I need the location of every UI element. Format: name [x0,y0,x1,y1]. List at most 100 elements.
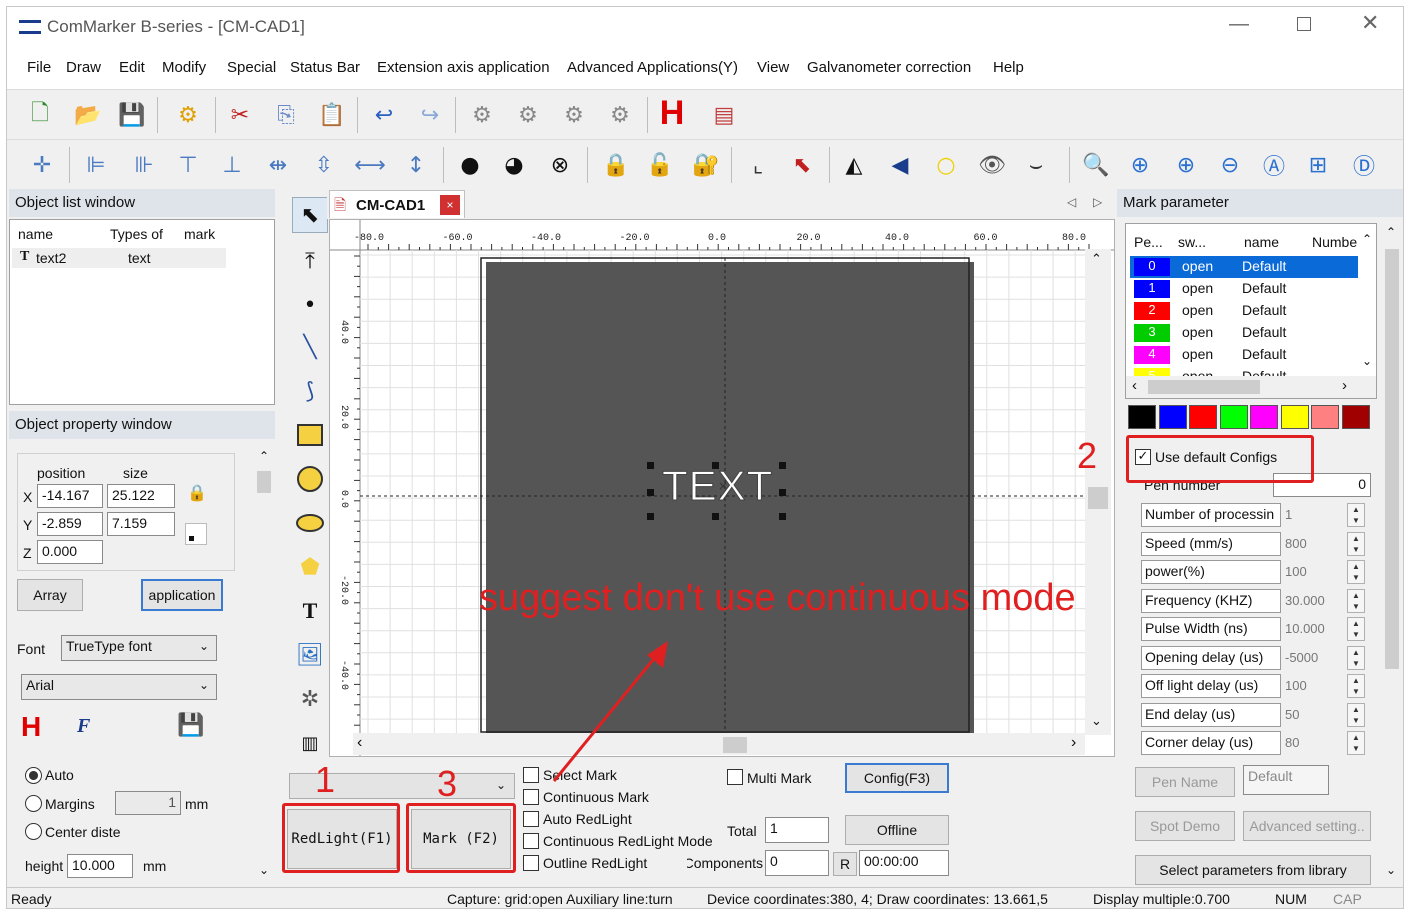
image-icon[interactable]: 🖼 [292,637,328,673]
drawing-area[interactable]: -80.0 -60.0 -40.0 -20.0 0.0 20.0 40.0 60.0 80.0 4… [329,219,1115,757]
shape-subtract-icon[interactable]: ◕ [497,148,531,182]
param-spinner[interactable]: ▲ ▼ [1347,560,1365,584]
minimize-icon[interactable]: — [1229,13,1249,36]
distribute-h-icon[interactable]: ⇹ [261,148,295,182]
offline-button[interactable]: Offline [845,815,949,845]
pen-color-swatch[interactable] [1128,405,1156,429]
cut-icon[interactable]: ✂ [223,98,257,132]
continuous-mark-checkbox[interactable] [523,789,539,805]
anchor-grid-icon[interactable] [185,523,207,545]
tab-scroll-left-icon[interactable]: ◁ [1067,195,1076,209]
pen-color-swatch[interactable] [1250,405,1278,429]
pen-color-swatch[interactable] [1311,405,1339,429]
menu-view[interactable]: View [757,59,789,76]
param-spinner[interactable]: ▲ ▼ [1347,617,1365,641]
pen-color-swatch[interactable] [1280,405,1309,429]
param-value-field[interactable]: 1 [1282,503,1344,527]
spot-demo-button[interactable]: Spot Demo [1135,811,1235,841]
pen-color-swatch[interactable] [1219,405,1248,429]
pen-row[interactable]: 3 open Default [1130,322,1358,344]
font-type-select[interactable]: TrueType font [61,635,217,661]
new-file-icon[interactable]: 🗋 [23,98,57,132]
pen-row[interactable]: 4 open Default [1130,344,1358,366]
pen-switch[interactable]: open [1182,258,1213,274]
text-tool-icon[interactable]: T [292,593,328,629]
shape-union-icon[interactable]: ● [453,148,487,182]
pen-col-sw[interactable]: sw... [1178,234,1206,250]
node-edit-icon[interactable]: ⤒ [292,243,328,279]
param-value-field[interactable]: 50 [1282,703,1344,727]
distribute-v-icon[interactable]: ⇳ [307,148,341,182]
col-type[interactable]: Types of [110,226,163,242]
align-top-icon[interactable]: ⊤ [171,148,205,182]
param-value-field[interactable]: 30.000 [1282,589,1344,613]
param-value-field[interactable]: -5000 [1282,646,1344,670]
col-mark[interactable]: mark [184,226,215,242]
ellipse-outline-icon[interactable]: ○ [929,148,963,182]
line-icon[interactable]: ╲ [292,329,328,365]
param-spinner[interactable]: ▲ ▼ [1347,531,1365,556]
save-font-icon[interactable]: 💾 [177,713,205,741]
pen-name-field[interactable]: Default [1243,765,1329,795]
save-icon[interactable]: 💾 [115,98,149,132]
lock-all-icon[interactable]: 🔐 [689,148,723,182]
components-field[interactable]: 0 [765,850,829,876]
canvas-text-object[interactable]: TEXT [660,462,772,512]
pen-list-scroll-up-icon[interactable]: ⌃ [1362,232,1372,246]
pointer-color-icon[interactable]: ⬉ [785,148,819,182]
margins-field[interactable]: 1 [115,791,181,815]
maximize-icon[interactable] [1297,17,1311,31]
menu-special[interactable]: Special [227,59,276,76]
pen-list[interactable]: Pe... sw... name Numbe ⌃ 0 open Default 1 op… [1125,223,1377,399]
pen-col-number[interactable]: Numbe [1312,234,1357,250]
menu-extension-axis[interactable]: Extension axis application [377,59,550,76]
menu-file[interactable]: File [27,59,51,76]
menu-help[interactable]: Help [993,59,1024,76]
outline-redlight-checkbox[interactable] [523,855,539,871]
menu-edit[interactable]: Edit [119,59,145,76]
z-field[interactable]: 0.000 [37,540,103,564]
pen-switch[interactable]: open [1182,280,1213,296]
application-button[interactable]: application [141,579,223,611]
reset-r-button[interactable]: R [833,852,857,876]
width-field[interactable]: 25.122 [107,484,175,508]
param-spinner[interactable]: ▲ ▼ [1347,702,1365,727]
center-distance-radio[interactable] [25,823,42,840]
auto-radio[interactable] [25,767,42,784]
pen-list-hscroll[interactable]: ‹ › [1126,376,1376,398]
redo-icon[interactable]: ↪ [413,98,447,132]
shape-intersect-icon[interactable]: ⊗ [543,148,577,182]
point-icon[interactable]: • [292,287,328,323]
param-spinner[interactable]: ▲ ▼ [1347,731,1365,755]
barcode-icon[interactable]: ▥ [292,725,328,761]
font-name-select[interactable]: Arial [21,674,217,700]
pen-col-pe[interactable]: Pe... [1134,234,1163,250]
text-height-field[interactable]: 10.000 [67,854,133,878]
menu-advanced-applications[interactable]: Advanced Applications(Y) [567,59,738,76]
zoom-out-icon[interactable]: ⊖ [1213,148,1247,182]
pen-color-swatch[interactable] [1189,405,1217,429]
x-field[interactable]: -14.167 [37,484,103,508]
center-icon[interactable]: ✛ [25,148,59,182]
zoom-in-icon[interactable]: ⊕ [1169,148,1203,182]
select-pointer-icon[interactable]: ⬉ [292,197,328,233]
multi-mark-checkbox[interactable] [727,769,743,785]
lock-icon[interactable]: 🔒 [599,148,633,182]
param-spinner[interactable]: ▲ ▼ [1347,588,1365,613]
ellipse-icon[interactable] [292,505,328,541]
param-value-field[interactable]: 100 [1282,674,1344,698]
param-value-field[interactable]: 80 [1282,731,1344,755]
align-left-icon[interactable]: ⊫ [79,148,113,182]
pen-row[interactable]: 1 open Default [1130,278,1358,300]
settings-gear-icon[interactable]: ⚙ [171,98,205,132]
hatch-h-icon[interactable]: H [655,94,689,132]
menu-status-bar[interactable]: Status Bar [290,59,360,76]
same-width-icon[interactable]: ⟷ [353,148,387,182]
select-mark-checkbox[interactable] [523,767,539,783]
zoom-grid-icon[interactable]: ⊞ [1301,148,1335,182]
copy-icon[interactable]: ⎘ [269,98,303,132]
col-name[interactable]: name [18,226,53,242]
circle-icon[interactable] [292,461,328,497]
margins-radio[interactable] [25,795,42,812]
tool-b-icon[interactable]: ⚙ [511,98,545,132]
